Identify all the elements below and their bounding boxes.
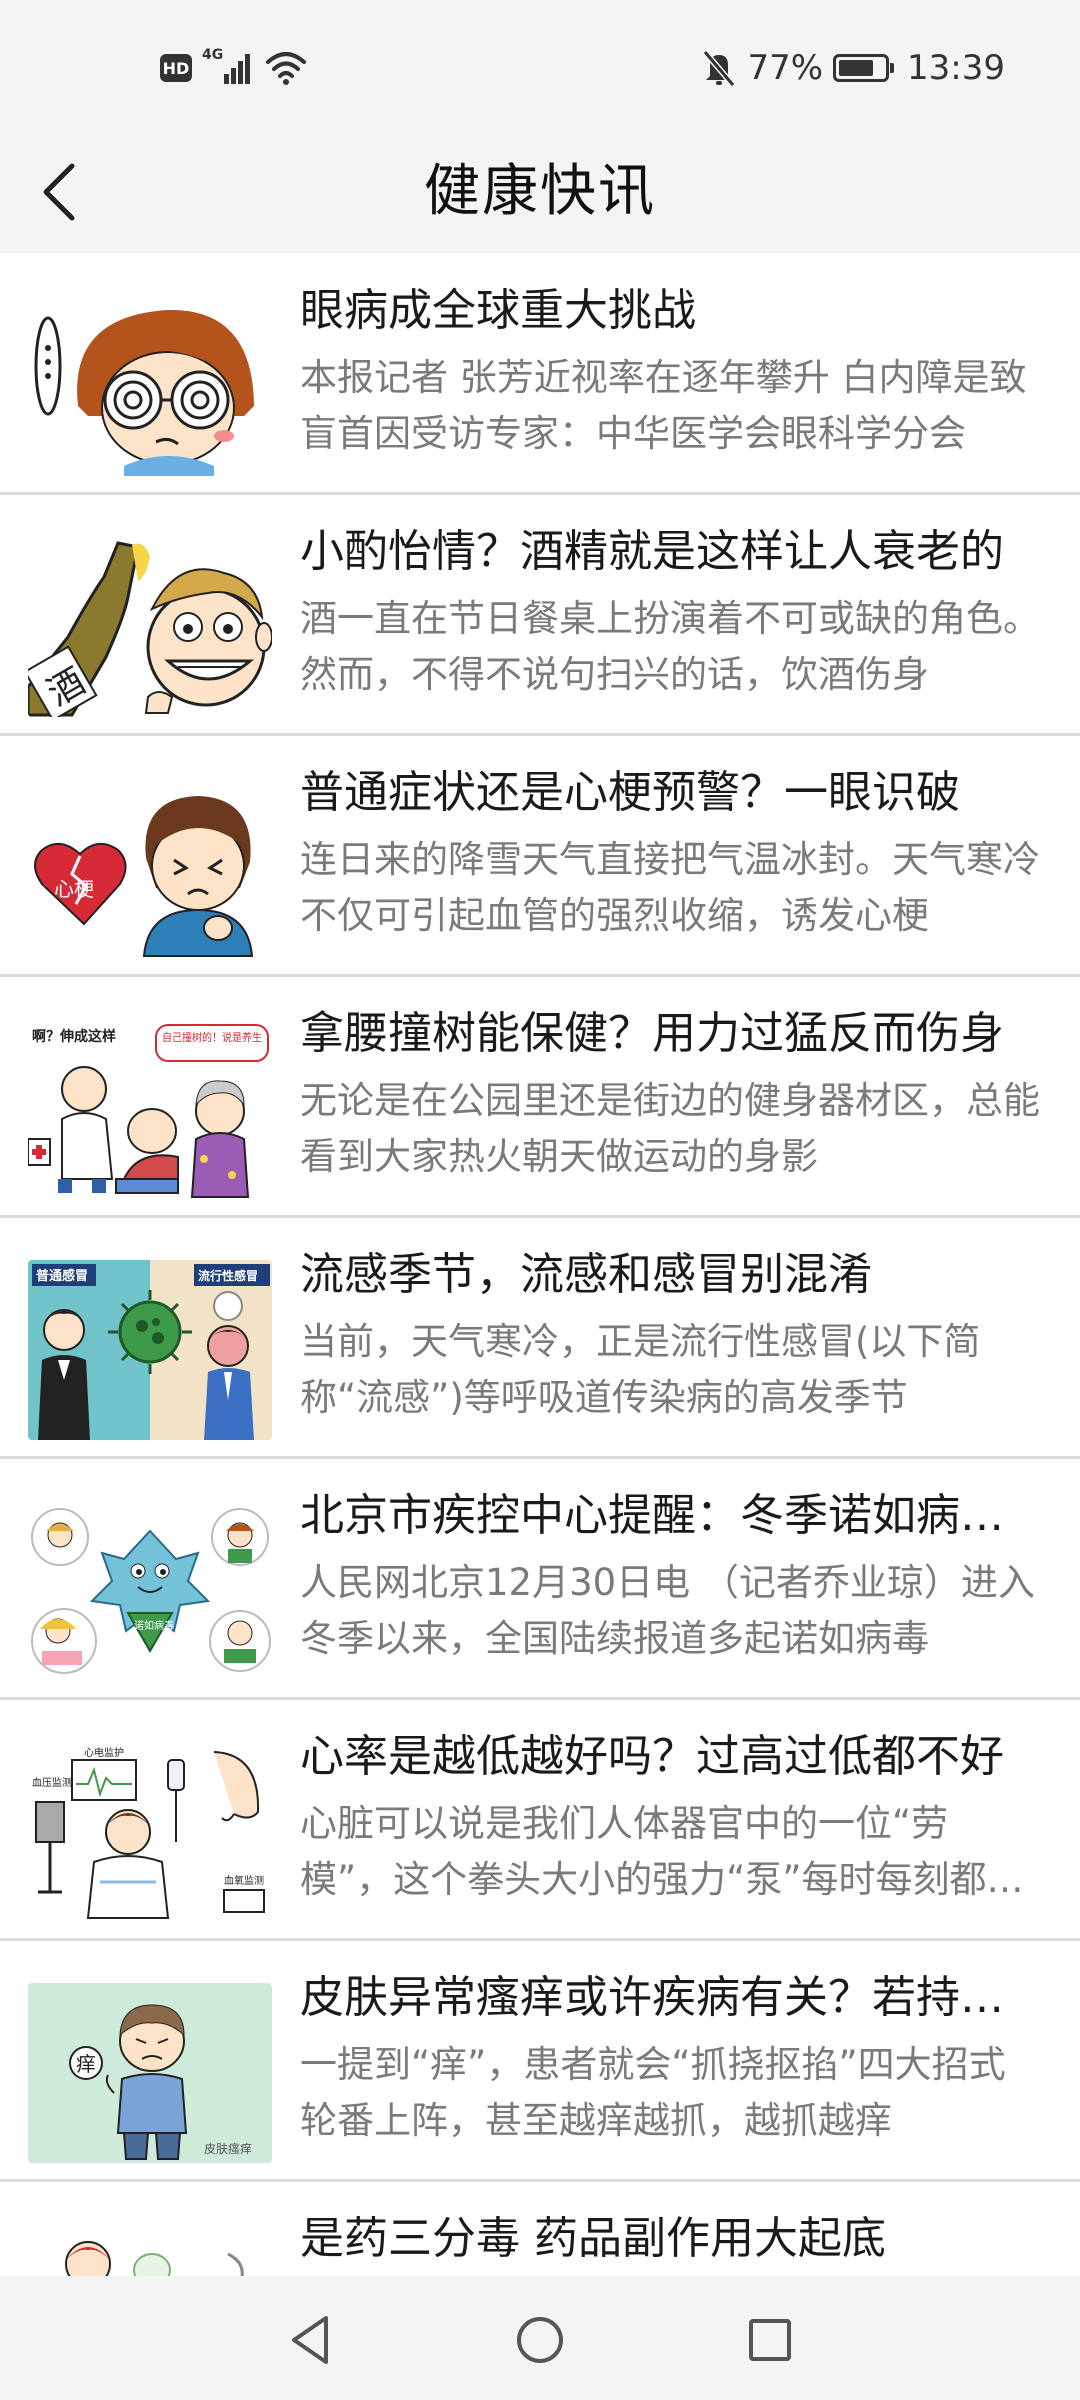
news-title: 流感季节，流感和感冒别混淆: [300, 1249, 872, 1300]
news-title: 眼病成全球重大挑战: [300, 285, 696, 336]
itch-bubble-label: 痒: [76, 2052, 96, 2076]
news-title: 是药三分毒 药品副作用大起底: [300, 2213, 886, 2264]
app-screen: HD 4G 77% 13:39 健康快讯 眼病成全球重大挑战 本报记者 张芳近视…: [0, 0, 1080, 2400]
massage-left-caption: 啊？伸成这样: [32, 1028, 116, 1045]
flu-right-label: 流行性感冒: [198, 1268, 258, 1283]
news-item[interactable]: 心梗 普通症状还是心梗预警？一眼识破 连日来的降雪天气直接把气温冰封。天气寒冷不…: [0, 736, 1080, 977]
news-summary: 当前，天气寒冷，正是流行性感冒(以下简称“流感”)等呼吸道传染病的高发季节: [300, 1320, 981, 1419]
itch-caption: 皮肤瘙痒: [204, 2141, 252, 2156]
massage-right-caption: 自己撞树的！说是养生: [162, 1030, 262, 1044]
hd-icon: HD: [160, 54, 192, 82]
news-thumbnail-eye-strain: [28, 296, 272, 476]
monitor-right-label: 血氧监测: [224, 1874, 264, 1887]
news-thumbnail-heart-rate: 心电监护 血压监测 血氧监测: [28, 1742, 272, 1922]
page-title: 健康快讯: [424, 159, 656, 224]
signal-icon: 4G: [202, 48, 254, 88]
news-thumbnail-skin-itch: 痒 皮肤瘙痒: [28, 1983, 272, 2163]
news-item[interactable]: 痒 皮肤瘙痒 皮肤异常瘙痒或许疾病有关？若持续需就医 一提到“痒”，患者就会“抓…: [0, 1941, 1080, 2182]
news-summary: 酒一直在节日餐桌上扮演着不可或缺的角色。然而，不得不说句扫兴的话，饮酒伤身: [300, 597, 1040, 696]
app-header: 健康快讯: [0, 132, 1080, 253]
news-summary: 连日来的降雪天气直接把气温冰封。天气寒冷不仅可引起血管的强烈收缩，诱发心梗: [300, 838, 1040, 937]
news-summary: 人民网北京12月30日电 （记者乔业琼）进入冬季以来，全国陆续报道多起诺如病毒: [300, 1561, 1035, 1660]
news-title: 北京市疾控中心提醒：冬季诺如病毒高发: [300, 1490, 1040, 1541]
news-item[interactable]: 眼病成全球重大挑战 本报记者 张芳近视率在逐年攀升 白内障是致盲首因受访专家：中…: [0, 254, 1080, 495]
news-thumbnail-alcohol: 酒: [28, 537, 272, 717]
status-left-group: HD 4G: [160, 44, 308, 92]
heart-label: 心梗: [54, 877, 94, 901]
flu-left-label: 普通感冒: [36, 1268, 88, 1284]
status-time: 13:39: [907, 48, 1005, 88]
battery-level-fill: [839, 60, 874, 76]
nav-back-button[interactable]: [270, 2300, 350, 2380]
news-title: 心率是越低越好吗？过高过低都不好: [300, 1731, 1004, 1782]
nav-recents-button[interactable]: [730, 2300, 810, 2380]
news-list[interactable]: 眼病成全球重大挑战 本报记者 张芳近视率在逐年攀升 白内障是致盲首因受访专家：中…: [0, 254, 1080, 2276]
nav-home-button[interactable]: [500, 2300, 580, 2380]
news-summary: 无论是在公园里还是街边的健身器材区，总能看到大家热火朝天做运动的身影: [300, 1079, 1040, 1178]
chevron-left-icon: [43, 163, 75, 221]
news-item[interactable]: 普通感冒 流行性感冒 流感季节，流感和感冒别混淆 当前，天气寒冷，正是流行性感冒…: [0, 1218, 1080, 1459]
news-thumbnail-tree-massage: 啊？伸成这样 自己撞树的！说是养生: [28, 1019, 272, 1199]
news-title: 拿腰撞树能保健？用力过猛反而伤身: [300, 1008, 1004, 1059]
back-button[interactable]: [20, 152, 100, 232]
recents-square-icon: [749, 2319, 791, 2361]
battery-percent: 77%: [747, 48, 824, 88]
wifi-icon: [264, 48, 308, 88]
news-item[interactable]: 啊？伸成这样 自己撞树的！说是养生 拿腰撞树能保健？用力过猛反而伤身 无论是在公…: [0, 977, 1080, 1218]
news-title: 皮肤异常瘙痒或许疾病有关？若持续需就医: [300, 1972, 1040, 2023]
news-thumbnail-medicine: [28, 2224, 272, 2276]
news-item[interactable]: 酒 小酌怡情？酒精就是这样让人衰老的 酒一直在节日餐桌上扮演着不可或缺的角色。然…: [0, 495, 1080, 736]
news-item[interactable]: 诺如病毒 北京市疾控中心提醒：冬季诺如病毒高发 人民网北京12月30日电 （记者…: [0, 1459, 1080, 1700]
news-summary: 心脏可以说是我们人体器官中的一位“劳模”，这个拳头大小的强力“泵”每时每刻都在工…: [300, 1802, 1024, 1901]
news-item[interactable]: 心电监护 血压监测 血氧监测 心率是越低越好吗？过高过低都不好 心脏可以说是我们…: [0, 1700, 1080, 1941]
status-right-group: 77% 13:39: [701, 44, 1005, 92]
mute-bell-icon: [701, 48, 737, 88]
virus-label: 诺如病毒: [134, 1619, 174, 1632]
news-item[interactable]: 是药三分毒 药品副作用大起底: [0, 2182, 1080, 2276]
news-thumbnail-flu-cold: 普通感冒 流行性感冒: [28, 1260, 272, 1440]
news-thumbnail-heart-attack: 心梗: [28, 778, 272, 958]
back-triangle-icon: [292, 2316, 328, 2364]
monitor-top-label: 心电监护: [84, 1746, 124, 1759]
news-title: 小酌怡情？酒精就是这样让人衰老的: [300, 526, 1004, 577]
news-title: 普通症状还是心梗预警？一眼识破: [300, 767, 960, 818]
news-summary: 本报记者 张芳近视率在逐年攀升 白内障是致盲首因受访专家：中华医学会眼科学分会: [300, 356, 1027, 455]
battery-icon: [833, 54, 895, 82]
monitor-left-label: 血压监测: [32, 1776, 72, 1789]
news-thumbnail-norovirus: 诺如病毒: [28, 1501, 272, 1681]
home-circle-icon: [517, 2317, 563, 2363]
battery-tip: [890, 63, 895, 73]
news-summary: 一提到“痒”，患者就会“抓挠抠掐”四大招式轮番上阵，甚至越痒越抓，越抓越痒: [300, 2043, 1006, 2142]
status-bar: HD 4G 77% 13:39: [0, 0, 1080, 132]
system-nav-bar: [0, 2276, 1080, 2400]
